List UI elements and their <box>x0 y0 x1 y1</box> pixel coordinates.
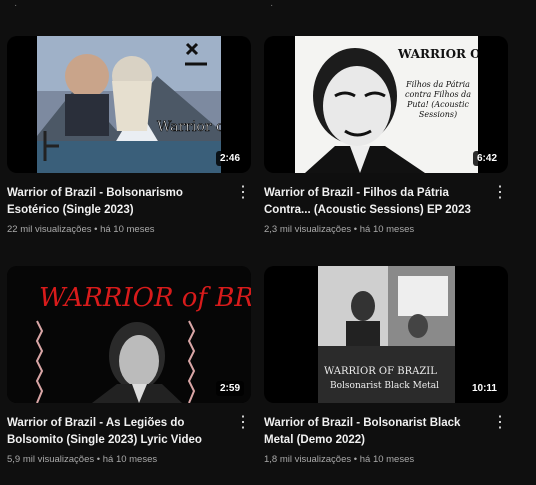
more-options-icon[interactable]: ⋮ <box>235 415 251 431</box>
album-logo-text: WARRIOR OF BRAZIL <box>324 366 437 377</box>
video-meta: 1,8 mil visualizações • há 10 meses <box>264 454 508 465</box>
upload-age: há 10 meses <box>102 454 158 465</box>
upload-age: há 10 meses <box>359 454 415 465</box>
video-card[interactable]: WARRIOR of BRAZIL 2:59 Warrior of Brazil… <box>7 266 251 465</box>
view-count: 2,3 mil visualizações <box>264 224 352 235</box>
video-meta: 22 mil visualizações • há 10 meses <box>7 224 251 235</box>
video-thumbnail[interactable]: WARRIOR OF BRAZIL Bolsonarist Black Meta… <box>264 266 508 403</box>
view-count: 22 mil visualizações <box>7 224 92 235</box>
video-thumbnail[interactable]: WARRIOR of BRAZIL 2:59 <box>7 266 251 403</box>
clipped-meta-left: · <box>14 0 18 11</box>
album-logo-text: WARRIOR of BRAZIL <box>39 283 251 313</box>
video-meta: 5,9 mil visualizações • há 10 meses <box>7 454 251 465</box>
meta-separator: • <box>96 454 101 465</box>
video-meta: 2,3 mil visualizações • há 10 meses <box>264 224 508 235</box>
album-caption: Filhos da Pátria contra Filhos da Puta! … <box>405 80 471 119</box>
upload-age: há 10 meses <box>100 224 155 235</box>
meta-separator: • <box>353 224 358 235</box>
more-options-icon[interactable]: ⋮ <box>235 185 251 201</box>
video-title[interactable]: Warrior of Brazil - Bolsonarist Black Me… <box>264 415 482 449</box>
album-logo-text: Warrior of Brazil <box>157 119 221 135</box>
video-thumbnail[interactable]: WARRIOR OF BRAZIL Filhos da Pátria contr… <box>264 36 508 173</box>
more-options-icon[interactable]: ⋮ <box>492 185 508 201</box>
duration-badge: 2:59 <box>215 381 244 396</box>
upload-age: há 10 meses <box>359 224 415 235</box>
duration-badge: 2:46 <box>215 151 244 166</box>
red-logo-album-art: WARRIOR of BRAZIL <box>7 266 251 403</box>
esoteric-album-art: Warrior of Brazil <box>37 36 221 173</box>
duration-badge: 6:42 <box>472 151 501 166</box>
more-options-icon[interactable]: ⋮ <box>492 415 508 431</box>
meta-separator: • <box>94 224 98 235</box>
portrait-album-art: WARRIOR OF BRAZIL Filhos da Pátria contr… <box>295 36 478 173</box>
video-title[interactable]: Warrior of Brazil - Bolsonarismo Esotéri… <box>7 185 225 219</box>
album-caption: Bolsonarist Black Metal <box>330 381 439 391</box>
collage-album-art: WARRIOR OF BRAZIL Bolsonarist Black Meta… <box>318 266 455 403</box>
video-card[interactable]: WARRIOR OF BRAZIL Bolsonarist Black Meta… <box>264 266 508 465</box>
view-count: 1,8 mil visualizações <box>264 454 352 465</box>
album-logo-text: WARRIOR OF BRAZIL <box>397 47 478 61</box>
clipped-meta-right: · <box>270 0 274 11</box>
view-count: 5,9 mil visualizações <box>7 454 95 465</box>
video-card[interactable]: WARRIOR OF BRAZIL Filhos da Pátria contr… <box>264 36 508 235</box>
duration-badge: 10:11 <box>467 381 501 396</box>
video-title[interactable]: Warrior of Brazil - As Legiões do Bolsom… <box>7 415 225 449</box>
video-card[interactable]: Warrior of Brazil 2:46 Warrior of Brazil… <box>7 36 251 235</box>
video-thumbnail[interactable]: Warrior of Brazil 2:46 <box>7 36 251 173</box>
meta-separator: • <box>353 454 358 465</box>
video-title[interactable]: Warrior of Brazil - Filhos da Pátria Con… <box>264 185 482 219</box>
